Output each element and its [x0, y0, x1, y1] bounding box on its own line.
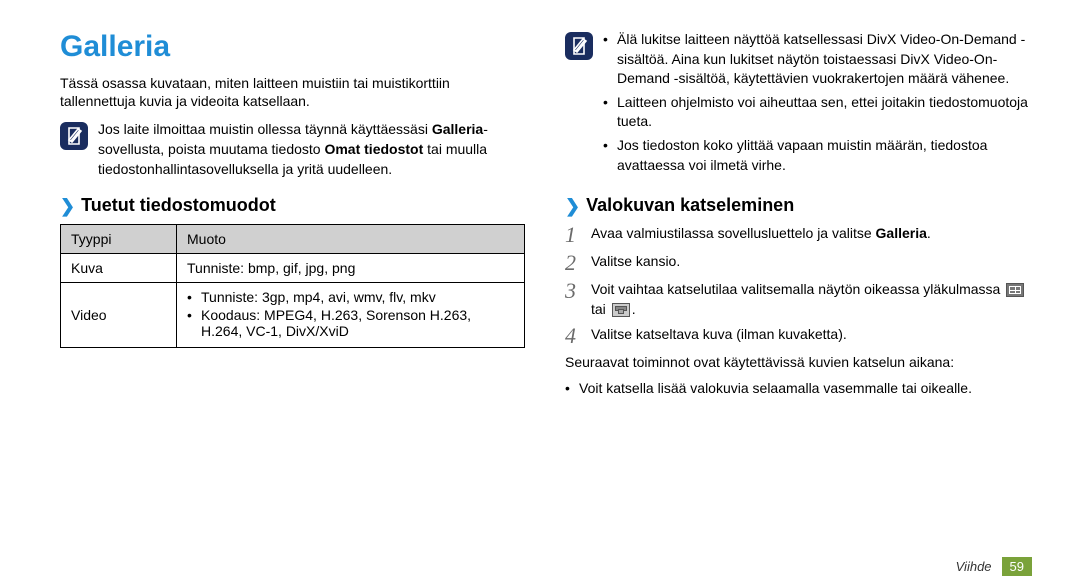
intro-text: Tässä osassa kuvataan, miten laitteen mu…	[60, 74, 525, 110]
step-text: Avaa valmiustilassa sovellusluettelo ja …	[591, 225, 876, 241]
step-text: tai	[591, 301, 610, 317]
step-number: 3	[565, 280, 581, 302]
step-number: 4	[565, 325, 581, 347]
bullet-item: Voit katsella lisää valokuvia selaamalla…	[565, 379, 1030, 399]
document-page: Galleria Tässä osassa kuvataan, miten la…	[0, 0, 1080, 570]
bullet-list: Voit katsella lisää valokuvia selaamalla…	[565, 379, 1030, 399]
chevron-icon: ❯	[565, 197, 580, 215]
table-row: Kuva Tunniste: bmp, gif, jpg, png	[61, 254, 525, 283]
left-column: Galleria Tässä osassa kuvataan, miten la…	[60, 30, 525, 550]
note-text: Älä lukitse laitteen näyttöä katsellessa…	[603, 30, 1030, 179]
section-title: Galleria	[60, 30, 525, 64]
step-number: 1	[565, 224, 581, 246]
note-item: Älä lukitse laitteen näyttöä katsellessa…	[603, 30, 1030, 89]
subheading-label: Valokuvan katseleminen	[586, 195, 794, 216]
formats-table: Tyyppi Muoto Kuva Tunniste: bmp, gif, jp…	[60, 224, 525, 348]
page-footer: Viihde 59	[956, 557, 1032, 576]
step-item: 1 Avaa valmiustilassa sovellusluettelo j…	[565, 224, 1030, 246]
subheading-formats: ❯ Tuetut tiedostomuodot	[60, 195, 525, 216]
th-format: Muoto	[177, 225, 525, 254]
note-icon	[565, 32, 593, 60]
note-item: Laitteen ohjelmisto voi aiheuttaa sen, e…	[603, 93, 1030, 132]
note-bold-1: Galleria	[432, 121, 483, 137]
table-row: Video Tunniste: 3gp, mp4, avi, wmv, flv,…	[61, 283, 525, 348]
step-bold: Galleria	[876, 225, 927, 241]
after-steps-text: Seuraavat toiminnot ovat käytettävissä k…	[565, 353, 1030, 373]
footer-category: Viihde	[956, 559, 992, 574]
note-block: Jos laite ilmoittaa muistin ollessa täyn…	[60, 120, 525, 179]
step-item: 4 Valitse katseltava kuva (ilman kuvaket…	[565, 325, 1030, 347]
table-header-row: Tyyppi Muoto	[61, 225, 525, 254]
cell-type: Video	[61, 283, 177, 348]
step-text: Valitse kansio.	[591, 252, 680, 272]
step-text: Valitse katseltava kuva (ilman kuvaketta…	[591, 325, 847, 345]
cell-format: Tunniste: 3gp, mp4, avi, wmv, flv, mkv K…	[177, 283, 525, 348]
note-text: Jos laite ilmoittaa muistin ollessa täyn…	[98, 120, 525, 179]
note-prefix: Jos laite ilmoittaa muistin ollessa täyn…	[98, 121, 432, 137]
chevron-icon: ❯	[60, 197, 75, 215]
step-number: 2	[565, 252, 581, 274]
cell-type: Kuva	[61, 254, 177, 283]
step-text: .	[927, 225, 931, 241]
right-column: Älä lukitse laitteen näyttöä katsellessa…	[565, 30, 1030, 550]
th-type: Tyyppi	[61, 225, 177, 254]
step-item: 2 Valitse kansio.	[565, 252, 1030, 274]
step-item: 3 Voit vaihtaa katselutilaa valitsemalla…	[565, 280, 1030, 319]
subheading-label: Tuetut tiedostomuodot	[81, 195, 276, 216]
note-item: Jos tiedoston koko ylittää vapaan muisti…	[603, 136, 1030, 175]
steps-list: 1 Avaa valmiustilassa sovellusluettelo j…	[565, 224, 1030, 347]
footer-page-number: 59	[1002, 557, 1032, 576]
note-bold-2: Omat tiedostot	[324, 141, 423, 157]
stack-view-icon	[612, 303, 630, 317]
step-text: .	[632, 301, 636, 317]
note-icon	[60, 122, 88, 150]
note-block: Älä lukitse laitteen näyttöä katsellessa…	[565, 30, 1030, 179]
step-text: Voit vaihtaa katselutilaa valitsemalla n…	[591, 281, 1004, 297]
format-item: Tunniste: 3gp, mp4, avi, wmv, flv, mkv	[187, 289, 514, 305]
subheading-viewing: ❯ Valokuvan katseleminen	[565, 195, 1030, 216]
grid-view-icon	[1006, 283, 1024, 297]
format-item: Koodaus: MPEG4, H.263, Sorenson H.263, H…	[187, 307, 514, 339]
cell-format: Tunniste: bmp, gif, jpg, png	[177, 254, 525, 283]
